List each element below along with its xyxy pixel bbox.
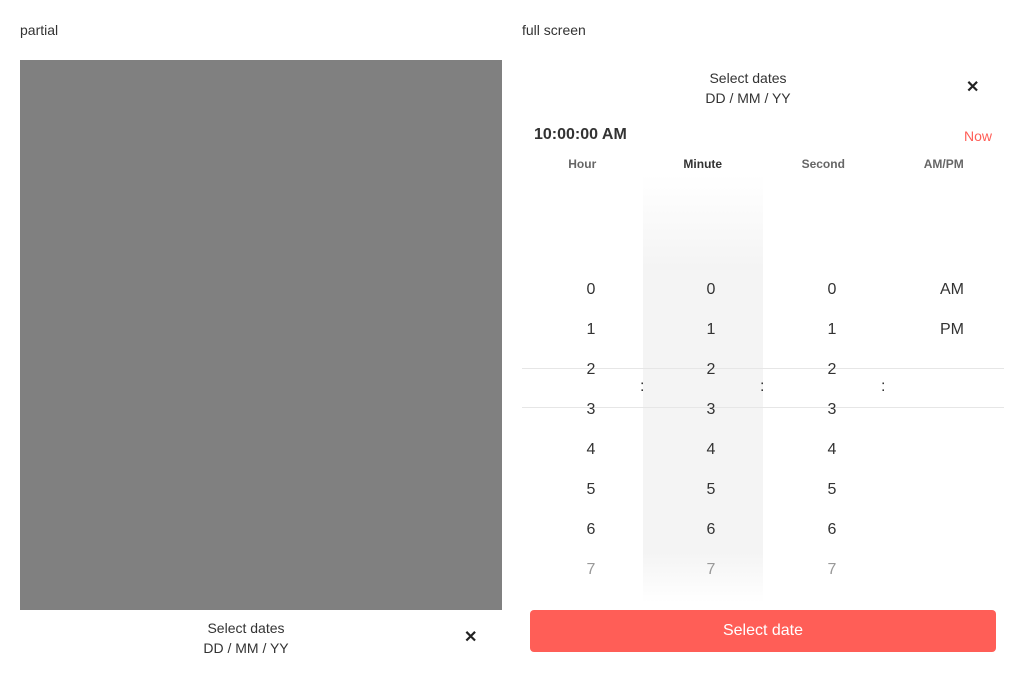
wheel-option[interactable]: 1 [651, 310, 771, 350]
wheel-option[interactable]: 7 [651, 550, 771, 590]
wheel-option[interactable]: 6 [772, 510, 892, 550]
wheel-option[interactable]: 5 [651, 470, 771, 510]
wheel-option[interactable]: 2 [772, 350, 892, 390]
time-separator: : [640, 378, 645, 395]
wheel-option[interactable]: 0 [772, 270, 892, 310]
date-format-label: DD / MM / YY [705, 90, 791, 106]
time-separator: : [760, 378, 765, 395]
wheel-option[interactable]: 2 [651, 350, 771, 390]
minute-column-header: Minute [683, 157, 723, 171]
wheel-option[interactable]: 3 [651, 390, 771, 430]
wheel-option[interactable]: 5 [772, 470, 892, 510]
wheel-option[interactable]: 7 [531, 550, 651, 590]
wheel-option[interactable]: 6 [531, 510, 651, 550]
sheet-title: Select dates [207, 620, 285, 636]
full-screen-caption: full screen [522, 22, 586, 38]
time-row: 10:00:00 AM Now [522, 124, 1004, 148]
wheel-option[interactable]: AM [892, 270, 1012, 310]
wheel-option[interactable]: 7 [772, 550, 892, 590]
wheel-option[interactable]: 4 [531, 430, 651, 470]
wheel-option[interactable]: 1 [531, 310, 651, 350]
select-date-button[interactable]: Select date [530, 610, 996, 652]
sheet-title: Select dates [709, 70, 787, 86]
wheel-option[interactable]: 0 [651, 270, 771, 310]
wheel-option[interactable]: 3 [772, 390, 892, 430]
wheel-option[interactable]: 4 [651, 430, 771, 470]
ampm-wheel[interactable]: AM PM [892, 270, 1012, 350]
hour-column-header: Hour [568, 157, 597, 171]
hour-wheel[interactable]: 01234567 [531, 270, 651, 590]
wheel-option[interactable]: 1 [772, 310, 892, 350]
column-headers: Hour Minute Second AM/PM [522, 157, 1004, 173]
ampm-column-header: AM/PM [923, 157, 964, 171]
second-wheel[interactable]: 01234567 [772, 270, 892, 590]
now-button[interactable]: Now [964, 128, 992, 144]
close-icon[interactable]: ✕ [966, 80, 979, 96]
selected-time: 10:00:00 AM [534, 126, 627, 143]
wheel-option[interactable]: 4 [772, 430, 892, 470]
wheel-option[interactable]: PM [892, 310, 1012, 350]
date-format-label: DD / MM / YY [203, 640, 289, 656]
wheel-option[interactable]: 2 [531, 350, 651, 390]
close-icon[interactable]: ✕ [464, 630, 477, 646]
partial-caption: partial [20, 22, 59, 38]
wheel-option[interactable]: 5 [531, 470, 651, 510]
wheel-option[interactable]: 0 [531, 270, 651, 310]
minute-wheel[interactable]: 01234567 [651, 270, 771, 590]
partial-sheet-header: Select dates DD / MM / YY [20, 618, 472, 658]
second-column-header: Second [801, 157, 845, 171]
modal-overlay[interactable] [20, 60, 502, 610]
wheel-option[interactable]: 3 [531, 390, 651, 430]
wheel-option[interactable]: 6 [651, 510, 771, 550]
time-separator: : [881, 378, 886, 395]
full-sheet-header: Select dates DD / MM / YY [522, 68, 974, 108]
